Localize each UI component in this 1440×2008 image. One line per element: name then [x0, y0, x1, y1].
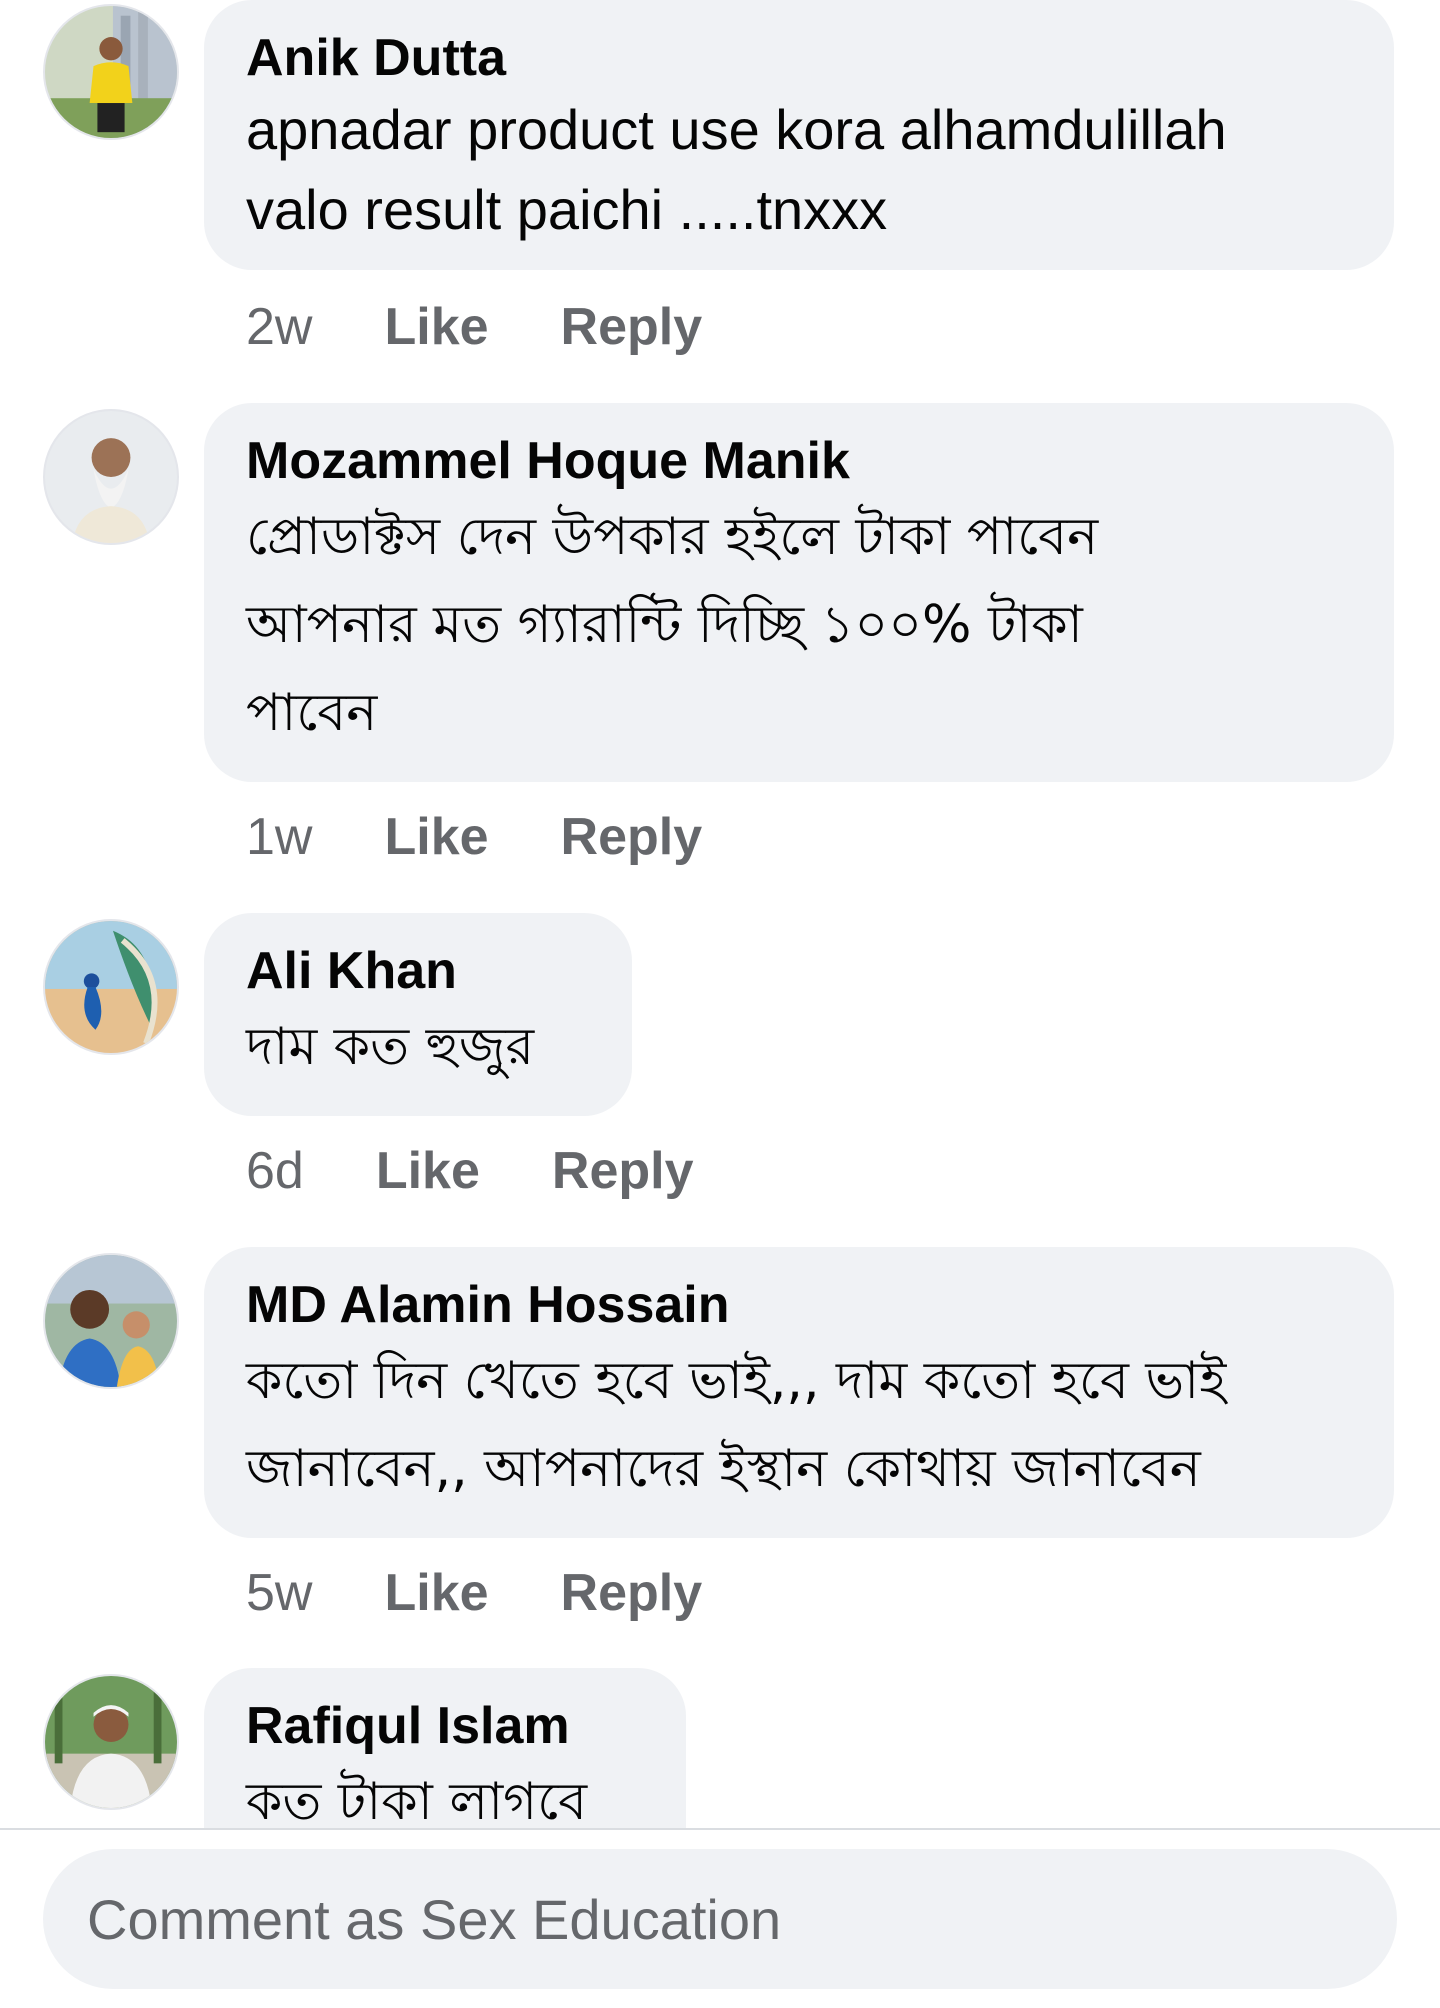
reply-button[interactable]: Reply — [561, 1563, 703, 1623]
composer-divider — [0, 1828, 1440, 1830]
comment-author[interactable]: Mozammel Hoque Manik — [246, 429, 1352, 493]
comment-author[interactable]: Ali Khan — [246, 939, 590, 1003]
comment-actions: 5w Like Reply — [246, 1563, 702, 1623]
comment-author[interactable]: MD Alamin Hossain — [246, 1273, 1352, 1337]
comment-author[interactable]: Anik Dutta — [246, 26, 1352, 90]
comment-timestamp[interactable]: 1w — [246, 807, 312, 867]
avatar[interactable] — [43, 1674, 179, 1810]
comment-actions: 6d Like Reply — [246, 1141, 694, 1201]
comment-actions: 2w Like Reply — [246, 297, 702, 357]
like-button[interactable]: Like — [376, 1141, 480, 1201]
comment-text: দাম কত হুজুর — [246, 1017, 535, 1077]
comment-text: কত টাকা লাগবে — [246, 1772, 588, 1828]
like-button[interactable]: Like — [384, 297, 488, 357]
comment-text: কতো দিন খেতে হবে ভাই,,, দাম কতো হবে ভাই … — [246, 1351, 1227, 1499]
comment-bubble: Anik Dutta apnadar product use kora alha… — [204, 0, 1394, 270]
avatar[interactable] — [43, 1253, 179, 1389]
comment-author[interactable]: Rafiqul Islam — [246, 1694, 644, 1758]
reply-button[interactable]: Reply — [561, 807, 703, 867]
comment-actions: 1w Like Reply — [246, 807, 702, 867]
avatar[interactable] — [43, 409, 179, 545]
comment-bubble: Mozammel Hoque Manik প্রোডাক্টস দেন উপকা… — [204, 403, 1394, 782]
comment-feed: Anik Dutta apnadar product use kora alha… — [0, 0, 1440, 1828]
like-button[interactable]: Like — [384, 1563, 488, 1623]
comment-text: apnadar product use kora alhamdulillah v… — [246, 98, 1227, 241]
reply-button[interactable]: Reply — [552, 1141, 694, 1201]
comment-timestamp[interactable]: 2w — [246, 297, 312, 357]
comment-composer[interactable] — [43, 1849, 1397, 1989]
comment-text: প্রোডাক্টস দেন উপকার হইলে টাকা পাবেন আপন… — [246, 507, 1099, 743]
comment-timestamp[interactable]: 5w — [246, 1563, 312, 1623]
reply-button[interactable]: Reply — [561, 297, 703, 357]
avatar[interactable] — [43, 4, 179, 140]
comment-input[interactable] — [85, 1885, 1397, 1953]
comment-bubble: Ali Khan দাম কত হুজুর — [204, 913, 632, 1116]
like-button[interactable]: Like — [384, 807, 488, 867]
comment-bubble: Rafiqul Islam কত টাকা লাগবে — [204, 1668, 686, 1828]
comment-bubble: MD Alamin Hossain কতো দিন খেতে হবে ভাই,,… — [204, 1247, 1394, 1538]
comment-timestamp[interactable]: 6d — [246, 1141, 304, 1201]
avatar[interactable] — [43, 919, 179, 1055]
